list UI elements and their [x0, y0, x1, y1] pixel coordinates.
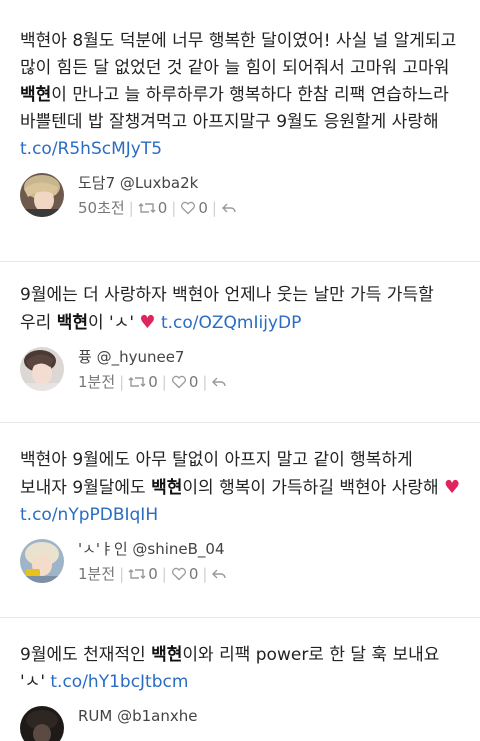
separator: |: [202, 373, 208, 391]
tweet-stats: 1분전 | 0 | 0 |: [78, 564, 229, 584]
heart-emoji-icon: ♥: [444, 477, 461, 498]
tweet-meta: 'ㅅ'ㅑ인 @shineB_04 1분전 | 0 | 0 |: [20, 539, 462, 593]
tweet-text-segment: 이의 행복이 가득하길 백현아 사랑해: [182, 478, 445, 498]
like-button[interactable]: 0: [171, 564, 199, 584]
separator: |: [211, 199, 217, 217]
avatar[interactable]: [20, 706, 64, 741]
tweet-author[interactable]: 퓽 @_hyunee7: [78, 347, 184, 367]
tweet-stats: 1분전 | 0 | 0 |: [78, 372, 229, 392]
retweet-icon: [138, 201, 158, 215]
retweet-icon: [128, 567, 148, 581]
separator: |: [119, 373, 125, 391]
tweet-item[interactable]: 9월에도 천재적인 백현이와 리팩 power로 한 달 훅 보내요 'ㅅ' t…: [0, 642, 480, 741]
divider: [0, 422, 480, 423]
tweet-link[interactable]: t.co/R5hScMJyT5: [20, 139, 162, 159]
highlighted-keyword: 백현: [151, 645, 183, 665]
tweet-item[interactable]: 9월에는 더 사랑하자 백현아 언제나 웃는 날만 가득 가득할 우리 백현이 …: [0, 282, 480, 401]
retweet-button[interactable]: 0: [138, 198, 168, 218]
tweet-item[interactable]: 백현아 9월에도 아무 탈없이 아프지 말고 같이 행복하게 보내자 9월달에도…: [0, 447, 480, 593]
separator: |: [161, 565, 167, 583]
reply-icon: [211, 375, 229, 389]
tweet-item[interactable]: 백현아 8월도 덕분에 너무 행복한 달이였어! 사실 널 알게되고 많이 힘든…: [0, 28, 480, 227]
tweet-text-segment: 9월에도 천재적인: [20, 645, 152, 665]
tweet-meta: RUM @b1anxhe: [20, 706, 462, 741]
tweet-link[interactable]: t.co/OZQmIijyDP: [161, 313, 301, 333]
reply-button[interactable]: [221, 201, 239, 215]
tweet-link[interactable]: t.co/hY1bcJtbcm: [50, 672, 188, 692]
separator: |: [128, 199, 134, 217]
tweet-meta: 퓽 @_hyunee7 1분전 | 0 | 0 |: [20, 347, 462, 401]
retweet-button[interactable]: 0: [128, 372, 158, 392]
reply-icon: [221, 201, 239, 215]
heart-outline-icon: [171, 375, 189, 389]
tweet-meta: 도담7 @Luxba2k 50초전 | 0 | 0 |: [20, 173, 462, 227]
avatar[interactable]: [20, 173, 64, 217]
tweet-text-segment: 백현아 8월도 덕분에 너무 행복한 달이였어! 사실 널 알게되고 많이 힘든…: [20, 31, 457, 78]
tweet-time: 1분전: [78, 373, 116, 391]
separator: |: [171, 199, 177, 217]
tweet-text: 백현아 8월도 덕분에 너무 행복한 달이였어! 사실 널 알게되고 많이 힘든…: [20, 28, 462, 163]
tweet-text: 백현아 9월에도 아무 탈없이 아프지 말고 같이 행복하게 보내자 9월달에도…: [20, 447, 462, 529]
avatar[interactable]: [20, 347, 64, 391]
tweet-author[interactable]: 도담7 @Luxba2k: [78, 173, 198, 193]
like-button[interactable]: 0: [180, 198, 208, 218]
reply-button[interactable]: [211, 567, 229, 581]
reply-icon: [211, 567, 229, 581]
avatar[interactable]: [20, 539, 64, 583]
tweet-time: 1분전: [78, 565, 116, 583]
separator: |: [202, 565, 208, 583]
like-count: 0: [198, 199, 208, 217]
retweet-button[interactable]: 0: [128, 564, 158, 584]
retweet-count: 0: [157, 199, 168, 217]
tweet-stats: 50초전 | 0 | 0 |: [78, 198, 239, 218]
highlighted-keyword: 백현: [56, 313, 88, 333]
tweet-author[interactable]: 'ㅅ'ㅑ인 @shineB_04: [78, 539, 225, 559]
heart-outline-icon: [180, 201, 198, 215]
tweet-text: 9월에도 천재적인 백현이와 리팩 power로 한 달 훅 보내요 'ㅅ' t…: [20, 642, 462, 696]
tweet-time: 50초전: [78, 199, 125, 217]
separator: |: [119, 565, 125, 583]
reply-button[interactable]: [211, 375, 229, 389]
timeline-feed: 백현아 8월도 덕분에 너무 행복한 달이였어! 사실 널 알게되고 많이 힘든…: [0, 0, 480, 741]
retweet-count: 0: [148, 565, 158, 583]
separator: |: [161, 373, 167, 391]
retweet-count: 0: [148, 373, 158, 391]
tweet-text: 9월에는 더 사랑하자 백현아 언제나 웃는 날만 가득 가득할 우리 백현이 …: [20, 282, 462, 337]
divider: [0, 617, 480, 618]
retweet-icon: [128, 375, 148, 389]
like-button[interactable]: 0: [171, 372, 199, 392]
heart-emoji-icon: ♥: [139, 312, 156, 333]
like-count: 0: [188, 373, 199, 391]
tweet-text-segment: 이 만나고 늘 하루하루가 행복하다 한참 리팩 연습하느라 바쁠텐데 밥 잘챙…: [20, 85, 449, 132]
tweet-link[interactable]: t.co/nYpPDBIqIH: [20, 505, 158, 525]
heart-outline-icon: [171, 567, 189, 581]
highlighted-keyword: 백현: [151, 478, 183, 498]
divider: [0, 261, 480, 262]
like-count: 0: [188, 565, 199, 583]
highlighted-keyword: 백현: [20, 85, 52, 105]
tweet-author[interactable]: RUM @b1anxhe: [78, 706, 198, 726]
tweet-text-segment: 이 'ㅅ': [87, 313, 140, 333]
